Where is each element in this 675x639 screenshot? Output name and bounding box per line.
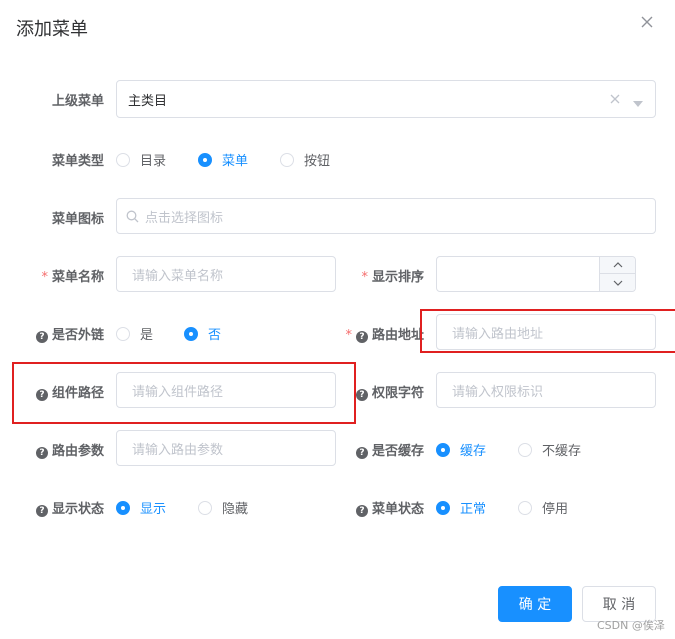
menu-type-option-button[interactable]: 按钮 xyxy=(280,150,330,169)
radio-circle xyxy=(116,326,130,341)
menu-type-option-directory[interactable]: 目录 xyxy=(116,150,166,169)
question-icon[interactable]: ? xyxy=(355,331,368,343)
status-option-disabled[interactable]: 停用 xyxy=(518,498,568,517)
parent-menu-value: 主类目 xyxy=(128,93,168,109)
is-external-option-yes[interactable]: 是 xyxy=(116,324,153,343)
radio-circle xyxy=(116,152,130,167)
is-cache-option-cache[interactable]: 缓存 xyxy=(436,440,486,459)
menu-name-label: * 菜单名称 xyxy=(41,270,104,285)
display-order-label: * 显示排序 xyxy=(361,270,424,285)
radio-circle xyxy=(436,442,450,457)
annotation-box-component-path xyxy=(12,362,356,424)
radio-circle xyxy=(436,500,450,515)
status-option-normal[interactable]: 正常 xyxy=(436,498,486,517)
menu-type-option-menu[interactable]: 菜单 xyxy=(198,150,248,169)
chevron-up-icon[interactable] xyxy=(600,257,635,274)
status-label: ? 菜单状态 xyxy=(340,498,424,517)
is-cache-label: ? 是否缓存 xyxy=(340,440,424,459)
menu-icon-placeholder: 点击选择图标 xyxy=(145,210,224,226)
visible-option-show[interactable]: 显示 xyxy=(116,498,166,517)
menu-name-input[interactable]: 请输入菜单名称 xyxy=(116,256,336,292)
permission-placeholder: 请输入权限标识 xyxy=(452,384,544,400)
caret-down-icon[interactable] xyxy=(633,96,643,111)
permission-input[interactable]: 请输入权限标识 xyxy=(436,372,656,408)
clear-icon[interactable] xyxy=(609,93,621,109)
question-icon[interactable]: ? xyxy=(355,447,368,459)
route-params-label: ? 路由参数 xyxy=(20,440,104,459)
chevron-down-icon[interactable] xyxy=(600,274,635,291)
question-icon[interactable]: ? xyxy=(355,389,368,401)
stepper-buttons xyxy=(599,257,635,291)
menu-type-label: 菜单类型 xyxy=(51,154,104,169)
search-icon xyxy=(126,210,139,223)
annotation-box-route-path xyxy=(420,309,675,353)
radio-circle xyxy=(518,500,532,515)
parent-menu-select[interactable]: 主类目 xyxy=(116,80,656,118)
visible-label: ? 显示状态 xyxy=(20,498,104,517)
radio-circle xyxy=(198,500,212,515)
radio-circle xyxy=(184,326,198,341)
is-external-option-no[interactable]: 否 xyxy=(184,324,221,343)
radio-circle xyxy=(518,442,532,457)
question-icon[interactable]: ? xyxy=(35,447,48,459)
visible-option-hide[interactable]: 隐藏 xyxy=(198,498,248,517)
parent-menu-label: 上级菜单 xyxy=(51,94,104,109)
display-order-stepper[interactable] xyxy=(436,256,636,292)
route-path-label: *? 路由地址 xyxy=(345,328,424,343)
menu-name-placeholder: 请输入菜单名称 xyxy=(132,268,224,284)
dialog-title: 添加菜单 xyxy=(16,19,88,40)
watermark: CSDN @俟泽 xyxy=(597,619,665,632)
question-icon[interactable]: ? xyxy=(35,331,48,343)
close-icon[interactable] xyxy=(640,15,656,31)
confirm-button[interactable]: 确 定 xyxy=(498,586,572,622)
question-icon[interactable]: ? xyxy=(35,505,48,517)
is-cache-option-no-cache[interactable]: 不缓存 xyxy=(518,440,581,459)
is-external-label: ? 是否外链 xyxy=(20,324,104,343)
radio-circle xyxy=(280,152,294,167)
route-params-input[interactable]: 请输入路由参数 xyxy=(116,430,336,466)
menu-icon-input[interactable]: 点击选择图标 xyxy=(116,198,656,234)
menu-icon-label: 菜单图标 xyxy=(51,212,104,227)
question-icon[interactable]: ? xyxy=(355,505,368,517)
radio-circle xyxy=(116,500,130,515)
route-params-placeholder: 请输入路由参数 xyxy=(132,442,224,458)
radio-circle xyxy=(198,152,212,167)
